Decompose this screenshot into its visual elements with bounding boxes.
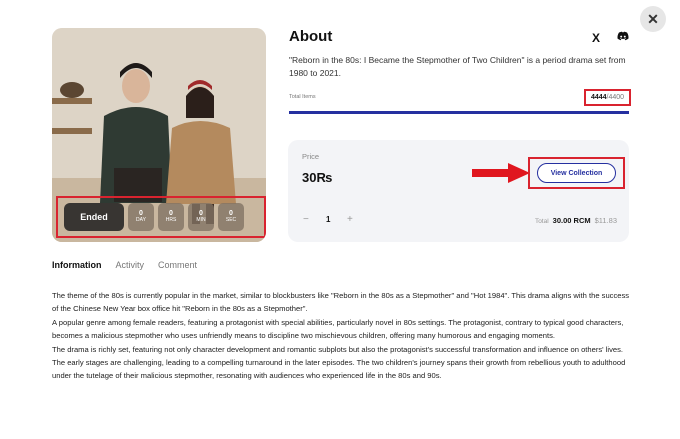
total-items-label: Total Items	[289, 94, 316, 100]
total-label: Total	[534, 218, 549, 225]
quantity-decrease-button[interactable]: −	[303, 214, 309, 225]
quantity-increase-button[interactable]: +	[347, 214, 353, 225]
price-label: Price	[302, 152, 320, 161]
close-icon: ✕	[647, 10, 659, 27]
countdown-hrs: 0 HRS	[158, 203, 184, 231]
status-badge: Ended	[64, 203, 124, 231]
detail-tabs: Information Activity Comment	[52, 260, 211, 276]
information-paragraph: The theme of the 80s is currently popula…	[52, 291, 630, 314]
total-usd: $11.83	[594, 216, 617, 225]
total-items-max: /4400	[606, 94, 625, 101]
countdown-sec-label: SEC	[225, 217, 237, 224]
about-title: About	[289, 28, 333, 45]
countdown-sec: 0 SEC	[218, 203, 244, 231]
mint-progress-fill	[289, 111, 629, 114]
countdown-timer: Ended 0 DAY 0 HRS 0 MIN 0 SEC	[56, 196, 266, 238]
countdown-min: 0 MIN	[188, 203, 214, 231]
information-paragraph: The drama is richly set, featuring not o…	[52, 344, 626, 381]
total-price: Total 30.00 RCM $11.83	[535, 216, 617, 225]
view-collection-highlight: View Collection	[528, 157, 625, 189]
countdown-day-label: DAY	[136, 217, 146, 224]
price-card: Price 30₨ View Collection − 1 + Total 30…	[288, 140, 629, 242]
view-collection-button[interactable]: View Collection	[537, 163, 616, 183]
countdown-day: 0 DAY	[128, 203, 154, 231]
tab-information[interactable]: Information	[52, 260, 102, 276]
tab-comment[interactable]: Comment	[158, 260, 197, 276]
x-icon[interactable]: X	[592, 31, 600, 45]
about-description: "Reborn in the 80s: I Became the Stepmot…	[289, 55, 626, 78]
discord-icon[interactable]	[617, 31, 629, 42]
countdown-min-label: MIN	[196, 217, 206, 224]
total-rcm: 30.00 RCM	[552, 216, 591, 225]
total-items-current: 4444	[590, 94, 607, 101]
information-content: The theme of the 80s is currently popula…	[52, 289, 630, 383]
close-button[interactable]: ✕	[640, 6, 666, 32]
quantity-value[interactable]: 1	[326, 215, 330, 224]
arrow-right-icon	[472, 163, 530, 183]
collection-image: Ended 0 DAY 0 HRS 0 MIN 0 SEC	[52, 28, 266, 242]
price-value: 30₨	[302, 170, 333, 185]
tab-activity[interactable]: Activity	[116, 260, 145, 276]
countdown-hrs-label: HRS	[165, 217, 177, 224]
total-items-count: 4444 /4400	[584, 89, 631, 106]
mint-progress-bar	[289, 111, 629, 114]
information-paragraph: A popular genre among female readers, fe…	[52, 317, 624, 341]
